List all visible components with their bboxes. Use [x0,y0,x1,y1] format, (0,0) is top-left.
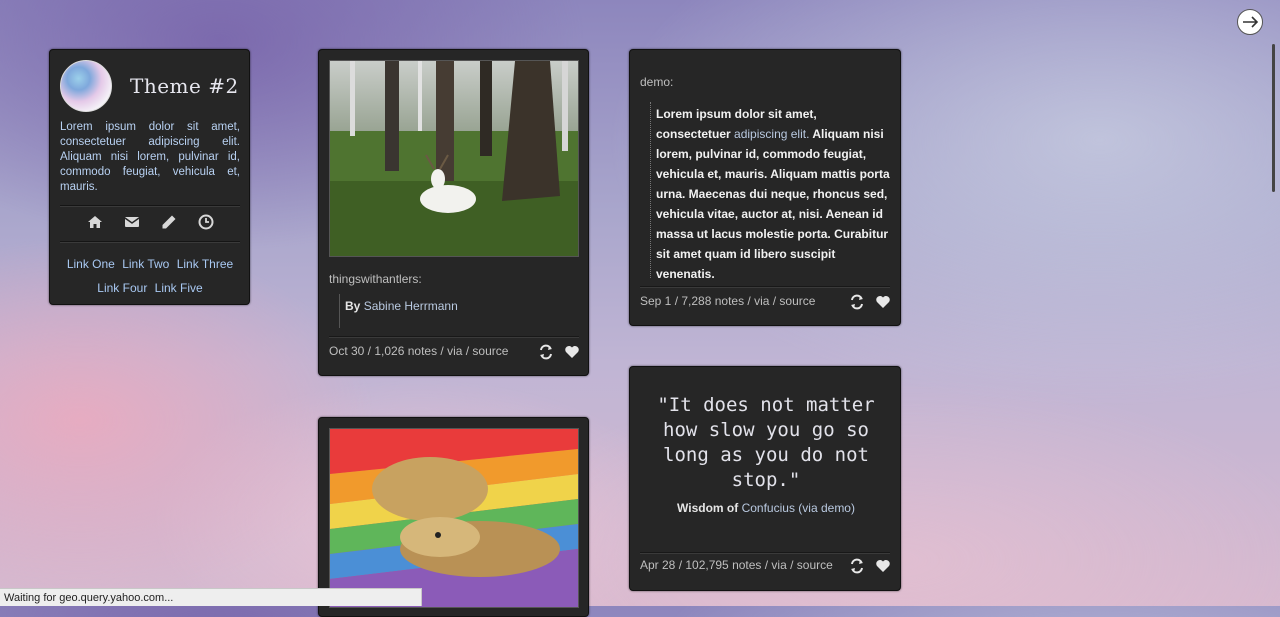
quote-bar [339,294,340,328]
link-four[interactable]: Link Four [97,281,147,295]
photo-post [318,417,589,617]
divider [640,286,890,288]
photo-caption: By Sabine Herrmann [345,299,458,313]
attribution-author-link[interactable]: Confucius [742,501,795,515]
post-meta[interactable]: Apr 28 / 102,795 notes / via / source [640,558,833,572]
reblog-icon[interactable] [538,344,554,360]
post-meta[interactable]: Sep 1 / 7,288 notes / via / source [640,294,815,308]
link-five[interactable]: Link Five [155,281,203,295]
pencil-icon[interactable] [161,214,177,230]
like-icon[interactable] [875,294,891,310]
quote-attribution: Wisdom of Confucius (via demo) [640,501,892,515]
caption-by-label: By [345,299,361,313]
post-actions [538,344,580,360]
divider [640,552,890,554]
quote-inline-link[interactable]: adipiscing elit. [734,127,809,141]
post-source-user[interactable]: demo: [640,75,673,89]
avatar[interactable] [60,60,112,112]
divider [60,205,240,207]
arrow-right-icon [1243,16,1259,28]
post-source-user[interactable]: thingswithantlers: [329,272,422,286]
like-icon[interactable] [875,558,891,574]
post-actions [849,558,891,574]
blockquote-bar [650,102,652,278]
sidebar-links: Link One Link Two Link Three Link Four L… [60,252,240,300]
attribution-via-link[interactable]: (via demo) [798,501,855,515]
attribution-prefix: Wisdom of [677,501,739,515]
post-actions [849,294,891,310]
customize-arrow-button[interactable] [1237,9,1263,35]
post-photo[interactable] [329,60,579,257]
divider [60,241,240,243]
blog-description: Lorem ipsum dolor sit amet, consectetuer… [60,121,240,193]
link-two[interactable]: Link Two [122,257,169,271]
blockquote-text: Lorem ipsum dolor sit amet, consectetuer… [656,104,892,284]
browser-status-bar: Waiting for geo.query.yahoo.com... [0,588,422,606]
quote-text-part: Aliquam nisi lorem, pulvinar id, commodo… [656,127,890,281]
sidebar-icon-row [60,214,240,230]
photo-post: thingswithantlers: By Sabine Herrmann Oc… [318,49,589,376]
text-post: demo: Lorem ipsum dolor sit amet, consec… [629,49,901,326]
mail-icon[interactable] [124,214,140,230]
post-meta[interactable]: Oct 30 / 1,026 notes / via / source [329,344,508,358]
blog-title[interactable]: Theme #2 [130,74,239,98]
quote-text: "It does not matter how slow you go so l… [657,394,875,491]
sidebar-panel: Theme #2 Lorem ipsum dolor sit amet, con… [49,49,250,305]
caption-author-link[interactable]: Sabine Herrmann [364,299,458,313]
divider [329,336,579,338]
like-icon[interactable] [564,344,580,360]
link-three[interactable]: Link Three [177,257,233,271]
scrollbar-thumb[interactable] [1272,44,1275,192]
home-icon[interactable] [87,214,103,230]
post-photo[interactable] [329,428,579,608]
clock-icon[interactable] [198,214,214,230]
reblog-icon[interactable] [849,294,865,310]
quote-post: "It does not matter how slow you go so l… [629,366,901,591]
reblog-icon[interactable] [849,558,865,574]
link-one[interactable]: Link One [67,257,115,271]
